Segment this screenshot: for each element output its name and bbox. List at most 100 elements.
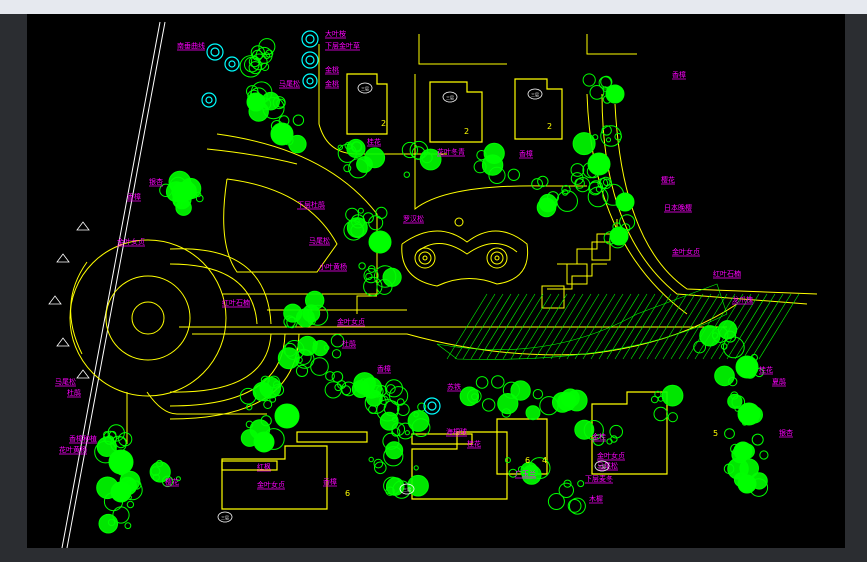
plant-label: 罗汉松 bbox=[403, 214, 424, 223]
plant-label: 马尾松 bbox=[309, 236, 330, 245]
plant-label: 夏鹃 bbox=[772, 377, 786, 386]
tree-symbol bbox=[343, 164, 352, 173]
canopy-tree-symbol bbox=[609, 226, 629, 246]
tree-symbol bbox=[653, 406, 668, 422]
plant-label: 红叶石楠 bbox=[713, 269, 741, 278]
building-tag: 三层 bbox=[446, 94, 454, 100]
tree-symbol bbox=[341, 385, 352, 396]
canopy-tree-symbol bbox=[253, 431, 275, 453]
tree-symbol bbox=[310, 357, 329, 376]
tree-symbol bbox=[407, 410, 430, 432]
plant-label: 香樟 bbox=[519, 149, 533, 158]
tree-symbol bbox=[382, 267, 402, 287]
tree-symbol bbox=[572, 132, 596, 156]
boundary-marker bbox=[76, 369, 90, 379]
canopy-tree-symbol bbox=[737, 474, 757, 494]
plant-label: 香樟 bbox=[377, 364, 391, 373]
plant-label: 金叶女贞 bbox=[337, 317, 365, 326]
tree-symbol bbox=[403, 171, 410, 178]
plant-label: 桂花 bbox=[759, 365, 773, 374]
tree-symbol bbox=[324, 381, 342, 399]
plant-label: 银杏 bbox=[149, 177, 163, 186]
plant-label: 香樟 bbox=[672, 70, 686, 79]
tree-symbol bbox=[558, 482, 574, 498]
building-tag: 三层 bbox=[361, 85, 369, 91]
tree-symbol bbox=[699, 325, 721, 347]
tree-symbol bbox=[331, 349, 342, 359]
plant-label: 龙爪槐 bbox=[732, 295, 753, 304]
building-tag: 三层 bbox=[221, 514, 229, 520]
tree-symbol bbox=[292, 114, 305, 126]
plant-label: 金叶女贞 bbox=[597, 451, 625, 460]
plant-label: 下层麦冬 bbox=[585, 474, 613, 483]
canopy-tree-symbol bbox=[368, 230, 392, 254]
tree-symbol bbox=[124, 522, 132, 530]
tree-symbol bbox=[532, 389, 544, 400]
canopy-tree-symbol bbox=[737, 402, 761, 426]
tree-symbol bbox=[491, 375, 505, 389]
boundary-marker bbox=[76, 221, 90, 231]
tree-symbol bbox=[565, 389, 588, 412]
plant-label: 下层杜鹃 bbox=[297, 200, 325, 209]
tree-symbol bbox=[413, 465, 419, 471]
canopy-tree-symbol bbox=[735, 355, 759, 379]
plant-label: 金桂 bbox=[592, 432, 606, 441]
tree-symbol bbox=[358, 262, 366, 270]
plant-label: 杜鹃 bbox=[342, 339, 356, 348]
tree-symbol bbox=[525, 405, 541, 421]
tree-symbol bbox=[531, 178, 544, 190]
tree-symbol bbox=[587, 186, 609, 208]
leader-lines bbox=[55, 37, 793, 504]
tree-symbol bbox=[482, 398, 496, 412]
tree-symbol bbox=[751, 433, 764, 446]
tree-symbol bbox=[357, 207, 364, 214]
plant-label: 海桐球 bbox=[446, 427, 467, 436]
canopy-tree-symbol bbox=[615, 192, 635, 212]
tree-symbol bbox=[510, 380, 531, 401]
building-tag: 三层 bbox=[598, 463, 606, 469]
tree-symbol bbox=[295, 364, 309, 377]
tree-symbol bbox=[759, 450, 769, 460]
tree-symbol bbox=[346, 217, 368, 239]
tree-symbol bbox=[375, 206, 388, 219]
canopy-tree-symbol bbox=[587, 152, 611, 176]
plant-label: 金桃 bbox=[325, 79, 339, 88]
tree-symbol bbox=[112, 506, 130, 524]
cad-drawing-canvas[interactable]: 南垂曲线 大叶桉 下层金叶草 金桃 金桃 马尾松 桂花 花叶冬青 香樟 银杏 香樟 下层杜鹃 金叶女贞罗… bbox=[27, 14, 845, 549]
plant-label: 花叶黄杨 bbox=[59, 445, 87, 454]
tree-symbol bbox=[577, 480, 585, 488]
plant-label: 金叶女贞 bbox=[117, 237, 145, 246]
building-number: 2 bbox=[464, 127, 469, 136]
tree-symbol bbox=[165, 181, 187, 203]
tree-symbol bbox=[605, 137, 612, 143]
canopy-tree-symbol bbox=[270, 122, 294, 146]
plant-label: 桂花 bbox=[367, 137, 381, 146]
plant-label: 下层金叶草 bbox=[325, 41, 360, 50]
building-tag: 三层 bbox=[403, 486, 411, 492]
tree-symbol bbox=[475, 376, 489, 389]
roads-and-paths bbox=[61, 21, 818, 549]
boundary-marker bbox=[56, 337, 70, 347]
tree-symbol bbox=[483, 142, 505, 164]
labels: 南垂曲线大叶桉下层金叶草金桃金桃马尾松桂花花叶冬青 香樟银杏香樟下层杜鹃金叶女贞罗… bbox=[55, 29, 793, 503]
plant-label: 马尾松 bbox=[55, 377, 76, 386]
canopy-tree-symbol bbox=[110, 481, 132, 503]
tree-symbol bbox=[277, 347, 300, 370]
tree-symbol bbox=[507, 168, 520, 182]
tree-symbol bbox=[373, 458, 384, 469]
plant-label: 杜鹃 bbox=[67, 388, 81, 397]
tree-symbol bbox=[312, 340, 329, 357]
tree-symbol bbox=[714, 365, 735, 387]
plant-label: 桂花 bbox=[467, 439, 481, 448]
building-number: 2 bbox=[547, 122, 552, 131]
window-title-bar bbox=[0, 0, 867, 14]
tree-symbol bbox=[360, 377, 383, 399]
plant-label: 樱花 bbox=[165, 477, 179, 486]
tree-symbol bbox=[589, 85, 605, 100]
tree-symbol bbox=[305, 290, 325, 311]
plant-label: 苏铁 bbox=[447, 382, 461, 391]
plant-label: 香樟 bbox=[323, 477, 337, 486]
building-number: 5 bbox=[713, 429, 718, 438]
tree-symbol bbox=[368, 456, 374, 463]
tree-symbol bbox=[567, 499, 582, 513]
